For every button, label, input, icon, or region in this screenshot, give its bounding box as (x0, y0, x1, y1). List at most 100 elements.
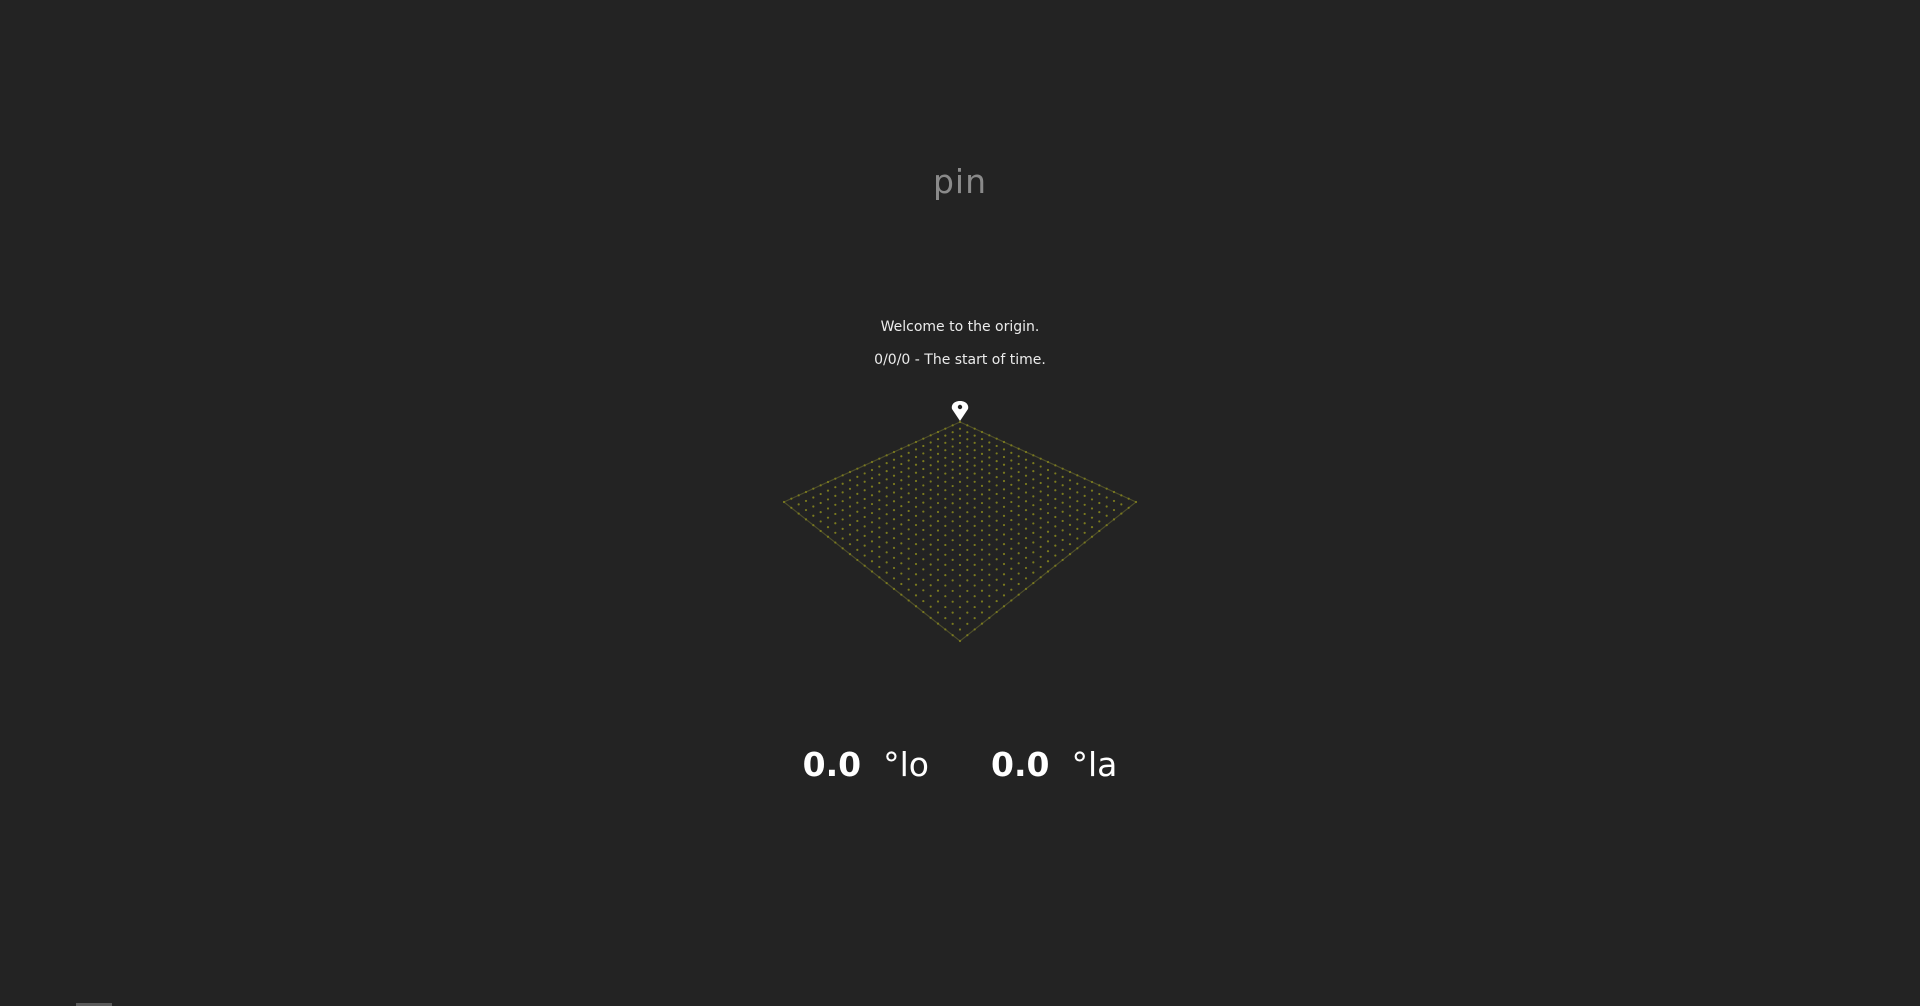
grid-dot (863, 497, 866, 501)
grid-dot (951, 529, 954, 532)
grid-dot (1076, 518, 1079, 521)
grid-dot (1032, 581, 1035, 585)
grid-dot (870, 560, 874, 563)
grid-dot (1032, 462, 1035, 465)
grid-dot (841, 537, 844, 540)
grid-dot (841, 482, 844, 485)
grid-dot (929, 506, 932, 509)
grid-dot (936, 484, 940, 487)
grid-dot (951, 468, 954, 471)
grid-dot (929, 573, 932, 576)
grid-dot (856, 548, 859, 551)
grid-dot (1090, 489, 1094, 492)
grid-dot (1054, 464, 1057, 467)
grid-dot (973, 497, 976, 500)
grid-dot (988, 456, 991, 459)
grid-dot (870, 511, 874, 515)
grid-dot (907, 567, 910, 570)
grid-dot (848, 543, 852, 546)
welcome-message: Welcome to the origin. (880, 319, 1040, 335)
grid-dot (1039, 576, 1042, 579)
grid-dot (900, 562, 903, 565)
grid-dot (936, 476, 940, 479)
grid-dot (1061, 467, 1064, 470)
grid-dot (1068, 496, 1072, 499)
grid-dot (944, 543, 947, 547)
grid-dot (1024, 482, 1028, 486)
grid-dot (878, 555, 881, 558)
grid-dot (995, 460, 998, 463)
grid-dot (1002, 605, 1006, 608)
grid-dot (958, 606, 962, 609)
grid-dot (966, 445, 969, 448)
grid-dot (1120, 503, 1123, 506)
grid-dot (980, 600, 984, 603)
grid-dot (1024, 556, 1028, 559)
grid-dot (885, 504, 888, 507)
grid-dot (907, 475, 910, 478)
grid-dot (958, 534, 962, 537)
grid-dot (804, 499, 808, 503)
grid-dot (922, 599, 925, 603)
grid-dot (929, 553, 932, 556)
isometric-grid[interactable] (770, 390, 1150, 650)
grid-dot (929, 533, 932, 537)
origin-grid-view[interactable] (770, 390, 1150, 650)
grid-dot (841, 474, 844, 477)
grid-dot (885, 541, 888, 544)
grid-dot (892, 466, 896, 469)
grid-dot (907, 492, 910, 495)
grid-dot (966, 452, 969, 456)
grid-dot (1039, 465, 1042, 468)
grid-dot (834, 541, 837, 544)
grid-dot (1083, 541, 1086, 544)
grid-dot (848, 533, 852, 536)
grid-dot (922, 467, 925, 471)
longitude-unit: °lo (883, 745, 929, 784)
grid-dot (966, 484, 969, 488)
grid-dot (973, 456, 976, 459)
grid-dot (878, 545, 881, 548)
grid-dot (929, 515, 932, 518)
grid-dot (1090, 526, 1094, 529)
grid-dot (980, 579, 984, 582)
grid-dot (966, 539, 969, 542)
grid-dot (988, 584, 991, 587)
grid-dot (929, 448, 932, 451)
grid-dot (988, 563, 991, 566)
grid-dot (1068, 543, 1072, 546)
grid-dot (944, 506, 947, 509)
grid-dot (856, 558, 859, 562)
grid-dot (1068, 470, 1072, 474)
grid-dot (929, 480, 932, 483)
grid-dot (922, 492, 925, 496)
grid-dot (1010, 588, 1013, 591)
grid-dot (980, 520, 984, 523)
grid-dot (900, 582, 903, 586)
grid-dot (1024, 509, 1028, 512)
grid-dot (966, 424, 969, 427)
grid-dot (914, 552, 918, 556)
map-pin-icon[interactable] (951, 401, 969, 421)
grid-dot (841, 527, 844, 530)
grid-dot (892, 474, 896, 477)
grid-dot (1068, 533, 1072, 536)
grid-dot (980, 484, 984, 487)
coordinates-display: 0.0 °lo 0.0 °la (0, 745, 1920, 784)
grid-dot (995, 437, 998, 440)
grid-dot (907, 578, 910, 581)
grid-dot (848, 470, 852, 474)
grid-dot (1046, 511, 1050, 515)
grid-dot (900, 514, 903, 517)
grid-dot (988, 616, 991, 619)
grid-dot (988, 594, 991, 597)
grid-dot (885, 522, 888, 525)
grid-dot (1002, 455, 1006, 459)
grid-dot (1046, 570, 1050, 573)
grid-dot (1017, 479, 1020, 482)
grid-dot (1120, 512, 1123, 515)
grid-dot (944, 480, 947, 483)
grid-dot (914, 471, 918, 474)
grid-dot (973, 464, 976, 467)
grid-dot (804, 508, 808, 512)
